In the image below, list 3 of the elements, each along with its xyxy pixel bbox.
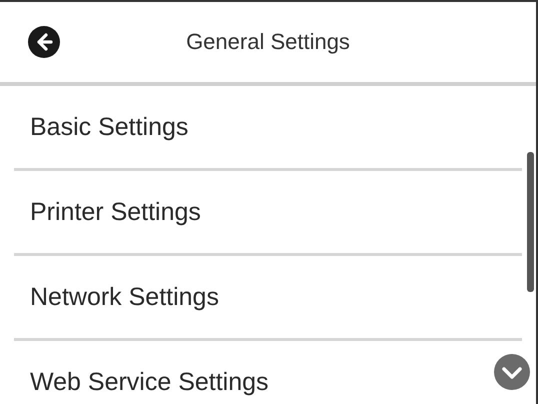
back-button[interactable] bbox=[28, 26, 60, 58]
scroll-down-button[interactable] bbox=[494, 354, 530, 390]
screen-title: General Settings bbox=[185, 29, 351, 55]
